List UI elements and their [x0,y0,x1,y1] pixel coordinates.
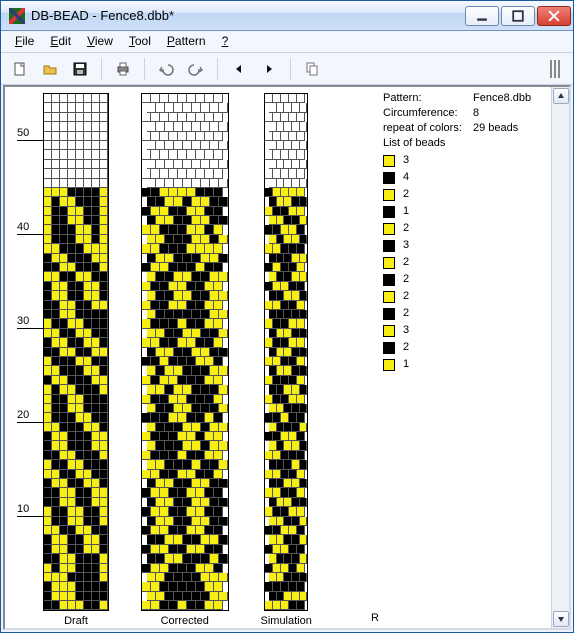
corrected-label: Corrected [161,615,209,627]
bead-list-item: 2 [383,255,545,270]
bead-list-item: 2 [383,306,545,321]
bead-count: 2 [403,187,409,202]
bead-count: 3 [403,323,409,338]
scroll-down-button[interactable] [553,611,569,627]
simulation-grid[interactable] [264,93,308,611]
open-button[interactable] [39,58,61,80]
app-icon [9,8,25,24]
pattern-value: Fence8.dbb [473,91,531,106]
bead-count: 3 [403,153,409,168]
bead-swatch [383,257,395,269]
copy-button[interactable] [301,58,323,80]
toolbar [1,53,573,85]
corrected-column: Corrected [141,93,229,628]
print-button[interactable] [112,58,134,80]
menu-tool[interactable]: Tool [121,31,159,52]
save-button[interactable] [69,58,91,80]
menu-pattern[interactable]: Pattern [159,31,214,52]
bead-list-item: 1 [383,204,545,219]
bead-swatch [383,308,395,320]
pattern-key: Pattern: [383,91,473,106]
minimize-button[interactable] [465,6,499,26]
menu-view[interactable]: View [79,31,121,52]
bead-count: 2 [403,306,409,321]
ruler-tick: 20 [17,422,43,435]
circ-key: Circumference: [383,106,473,121]
bead-swatch [383,291,395,303]
close-button[interactable] [537,6,571,26]
content-area: 50 40 30 20 10 Draft Corrected Simulation Re… [3,85,571,630]
menubar: File Edit View Tool Pattern ? [1,31,573,53]
bead-count: 3 [403,238,409,253]
separator [101,58,102,80]
redo-button[interactable] [185,58,207,80]
bead-swatch [383,223,395,235]
toolbar-grip-icon [545,59,565,79]
canvas[interactable]: 50 40 30 20 10 Draft Corrected Simulation Re… [5,87,379,628]
bead-count: 2 [403,289,409,304]
bead-count: 1 [403,204,409,219]
bead-swatch [383,325,395,337]
bead-list-item: 3 [383,323,545,338]
app-window: DB-BEAD - Fence8.dbb* File Edit View Too… [0,0,574,633]
draft-grid[interactable] [43,93,109,611]
separator [290,58,291,80]
vertical-scrollbar[interactable] [551,87,569,628]
window-controls [463,6,571,26]
bead-list-item: 2 [383,187,545,202]
draft-label: Draft [64,615,88,627]
next-button[interactable] [258,58,280,80]
bead-swatch [383,359,395,371]
bead-count: 2 [403,221,409,236]
window-title: DB-BEAD - Fence8.dbb* [31,8,463,23]
bead-swatch [383,274,395,286]
titlebar[interactable]: DB-BEAD - Fence8.dbb* [1,1,573,31]
menu-edit[interactable]: Edit [42,31,79,52]
ruler-tick: 30 [17,328,43,341]
rep-value: 29 beads [473,121,518,136]
info-panel: Pattern:Fence8.dbb Circumference:8 repea… [379,87,551,628]
new-button[interactable] [9,58,31,80]
bead-list-item: 3 [383,238,545,253]
row-ruler: 50 40 30 20 10 [13,93,43,628]
list-key: List of beads [383,136,473,151]
bead-swatch [383,206,395,218]
rep-key: repeat of colors: [383,121,473,136]
simulation-column: Simulation [261,93,312,628]
bead-swatch [383,172,395,184]
corrected-grid[interactable] [141,93,229,611]
bead-list-item: 2 [383,340,545,355]
maximize-button[interactable] [501,6,535,26]
bead-count: 2 [403,272,409,287]
ruler-tick: 40 [17,234,43,247]
scroll-up-button[interactable] [553,88,569,104]
ruler-tick: 50 [17,140,43,153]
separator [217,58,218,80]
circ-value: 8 [473,106,479,121]
bead-count: 4 [403,170,409,185]
bead-swatch [383,155,395,167]
report-label: Report [371,612,379,624]
bead-list-item: 4 [383,170,545,185]
bead-count: 2 [403,340,409,355]
bead-count: 1 [403,357,409,372]
bead-swatch [383,342,395,354]
bead-list-item: 1 [383,357,545,372]
menu-help[interactable]: ? [214,31,237,52]
bead-list-item: 2 [383,289,545,304]
menu-file[interactable]: File [7,31,42,52]
bead-list-item: 3 [383,153,545,168]
prev-button[interactable] [228,58,250,80]
bead-list-item: 2 [383,221,545,236]
draft-column: Draft [43,93,109,628]
bead-count: 2 [403,255,409,270]
ruler-tick: 10 [17,516,43,529]
bead-list: 3 4 2 1 2 3 2 2 2 2 3 2 1 [383,153,545,372]
bead-swatch [383,240,395,252]
separator [144,58,145,80]
undo-button[interactable] [155,58,177,80]
bead-swatch [383,189,395,201]
simulation-label: Simulation [261,615,312,627]
bead-list-item: 2 [383,272,545,287]
